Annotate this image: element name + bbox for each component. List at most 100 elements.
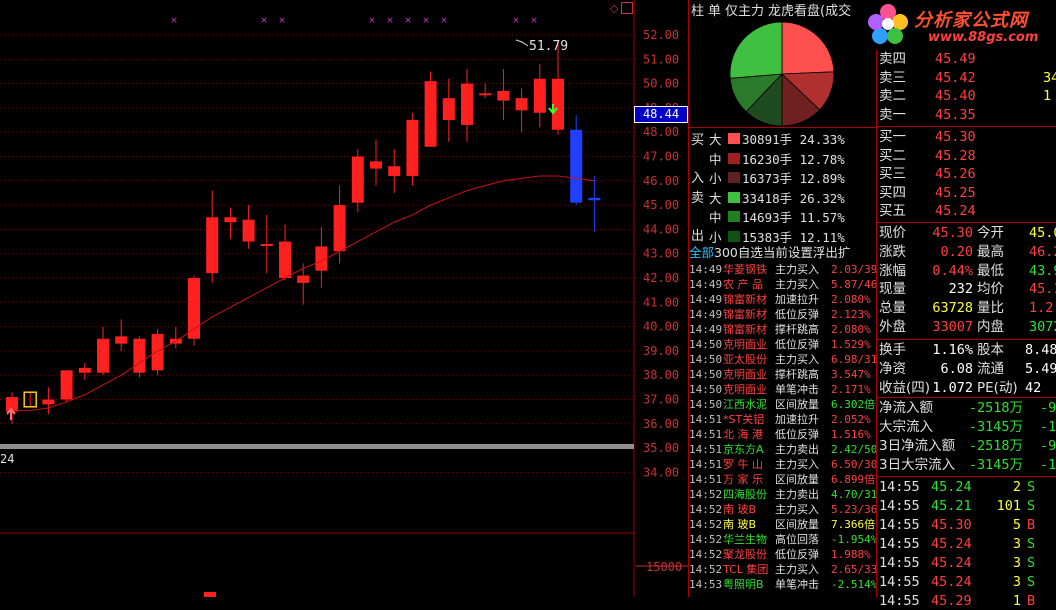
flow-row: 大 30891手 24.33% (689, 129, 877, 148)
alert-row[interactable]: 14:51 京东方A 主力卖出 2.42/50 (689, 442, 877, 457)
signal-marker: × (422, 16, 430, 26)
sell-level-price[interactable]: 45.40 (935, 87, 976, 105)
signal-marker: × (368, 16, 376, 26)
alert-time: 14:52 (689, 548, 723, 561)
stat2-label: 净资 (879, 360, 906, 377)
alert-time: 14:49 (689, 263, 723, 276)
alert-row[interactable]: 14:51 *ST关铝 加速拉升 2.052% (689, 412, 877, 427)
alert-row[interactable]: 14:49 锦富新材 撑杆跳高 2.080% (689, 322, 877, 337)
alert-row[interactable]: 14:51 罗 牛 山 主力买入 6.50/30 (689, 457, 877, 472)
alert-row[interactable]: 14:52 南 玻B 主力买入 5.23/36 (689, 502, 877, 517)
flow-size: 大 (709, 190, 722, 206)
stat-value: 46.2 (1029, 243, 1056, 260)
alert-row[interactable]: 14:52 TCL 集团 主力买入 2.65/33 (689, 562, 877, 577)
sell-level-label: 卖四 (879, 51, 906, 67)
flower-logo-icon (868, 4, 908, 44)
tab-300[interactable]: 300 (714, 245, 738, 260)
high-annotation: 51.79 (529, 39, 569, 54)
alert-time: 14:50 (689, 338, 723, 351)
price-tick-label: 43.00 (643, 247, 679, 261)
alert-row[interactable]: 14:50 克明面业 低位反弹 1.529% (689, 337, 877, 352)
alert-row[interactable]: 14:49 锦富新材 加速拉升 2.080% (689, 292, 877, 307)
alert-type: 低位反弹 (775, 428, 819, 441)
current-price-marker: 48.44 (634, 106, 688, 123)
buy-level-price[interactable]: 45.25 (935, 184, 976, 202)
tab-main-force[interactable]: 仅主力 (723, 0, 766, 19)
tick-side: S (1027, 498, 1036, 514)
alert-time: 14:52 (689, 518, 723, 531)
alert-row[interactable]: 14:49 华菱钢铁 主力买入 2.03/39 (689, 262, 877, 277)
candle-body (479, 93, 492, 96)
sell-level-price[interactable]: 45.49 (935, 50, 976, 68)
kline-chart[interactable]: 52.0051.0050.0049.0048.0047.0046.0045.00… (0, 0, 688, 597)
alert-type: 主力买入 (775, 263, 819, 276)
tab-dragon-tiger[interactable]: 龙虎看盘(成交 (766, 0, 853, 19)
tick-side: S (1027, 536, 1036, 552)
alert-value: 1.988% (831, 548, 871, 561)
candle-body (333, 205, 346, 252)
buy-level-label: 买五 (879, 203, 906, 219)
tick-time: 14:55 (879, 536, 920, 552)
kline-svg: 52.0051.0050.0049.0048.0047.0046.0045.00… (0, 0, 688, 597)
stat-value: 45.1 (1029, 281, 1056, 298)
tab-float[interactable]: 浮出 (813, 245, 838, 260)
alert-row[interactable]: 14:49 锦富新材 低位反弹 2.123% (689, 307, 877, 322)
alert-value: 1.516% (831, 428, 871, 441)
diamond-icon[interactable]: ◇ (610, 2, 618, 15)
candle-body (279, 241, 291, 278)
alert-stock: 南 玻B (723, 518, 757, 531)
tab-all[interactable]: 全部 (689, 245, 714, 260)
stat-label: 外盘 (879, 319, 906, 335)
alert-row[interactable]: 14:53 粤照明B 单笔冲击 -2.514% (689, 577, 877, 592)
candle-body (115, 336, 128, 344)
alert-row[interactable]: 14:52 华兰生物 高位回落 -1.954% (689, 532, 877, 547)
alert-row[interactable]: 14:50 亚太股份 主力买入 6.98/31 (689, 352, 877, 367)
sell-level-price[interactable]: 45.42 (935, 69, 976, 87)
alert-row[interactable]: 14:52 聚龙股份 低位反弹 1.988% (689, 547, 877, 562)
alert-row[interactable]: 14:50 克明面业 撑杆跳高 3.547% (689, 367, 877, 382)
alert-row[interactable]: 14:52 南 玻B 区间放量 7.366倍 (689, 517, 877, 532)
buy-level-price[interactable]: 45.28 (935, 147, 976, 165)
alert-row[interactable]: 14:50 江西水泥 区间放量 6.302倍 (689, 397, 877, 412)
price-tick-label: 35.00 (643, 441, 679, 455)
buy-level-price[interactable]: 45.30 (935, 128, 976, 146)
signal-marker: × (512, 16, 520, 26)
alert-row[interactable]: 14:52 四海股份 主力卖出 4.70/31 (689, 487, 877, 502)
stat-value: 45.30 (932, 225, 973, 241)
candle-body (224, 217, 237, 223)
alert-row[interactable]: 14:50 克明面业 单笔冲击 2.171% (689, 382, 877, 397)
alert-row[interactable]: 14:51 北 海 港 低位反弹 1.516% (689, 427, 877, 442)
flow-swatch (728, 152, 740, 164)
candle-body (515, 98, 528, 111)
tab-single[interactable]: 单 (706, 0, 723, 19)
alert-row[interactable]: 14:51 万 家 乐 区间放量 6.899倍 (689, 472, 877, 487)
tab-watchlist[interactable]: 自选 (738, 245, 763, 260)
candle-body (533, 78, 546, 113)
high-annotation-line (515, 39, 529, 47)
tab-current[interactable]: 当前 (763, 245, 788, 260)
signal-marker: × (170, 16, 178, 26)
flow-size: 大 (709, 132, 722, 147)
tab-settings[interactable]: 设置 (788, 245, 813, 260)
flow-value: 30891手 24.33% (742, 132, 845, 147)
stat-label: 现价 (879, 225, 906, 241)
tick-side: B (1027, 517, 1036, 533)
tick-volume: 5 (1012, 517, 1021, 533)
alert-value: 2.080% (831, 293, 871, 306)
buy-level-price[interactable]: 45.26 (935, 165, 976, 183)
alert-row[interactable]: 14:49 农 产 品 主力买入 5.87/46 (689, 277, 877, 292)
alert-stock: 华菱钢铁 (723, 263, 767, 276)
maximize-icon[interactable] (621, 2, 633, 14)
sell-level-price[interactable]: 45.35 (935, 106, 976, 124)
candle-body (133, 338, 146, 373)
alert-time: 14:49 (689, 278, 723, 291)
buy-level-price[interactable]: 45.24 (935, 202, 976, 220)
netflow-label: 大宗流入 (879, 419, 933, 435)
alert-time: 14:50 (689, 383, 723, 396)
flow-size: 中 (709, 210, 722, 225)
tab-expand[interactable]: 扩 (838, 245, 851, 260)
stat-value: 45.0 (1029, 225, 1056, 241)
alert-time: 14:52 (689, 488, 723, 501)
alert-value: 2.080% (831, 323, 871, 336)
tab-bar[interactable]: 柱 (689, 0, 706, 19)
